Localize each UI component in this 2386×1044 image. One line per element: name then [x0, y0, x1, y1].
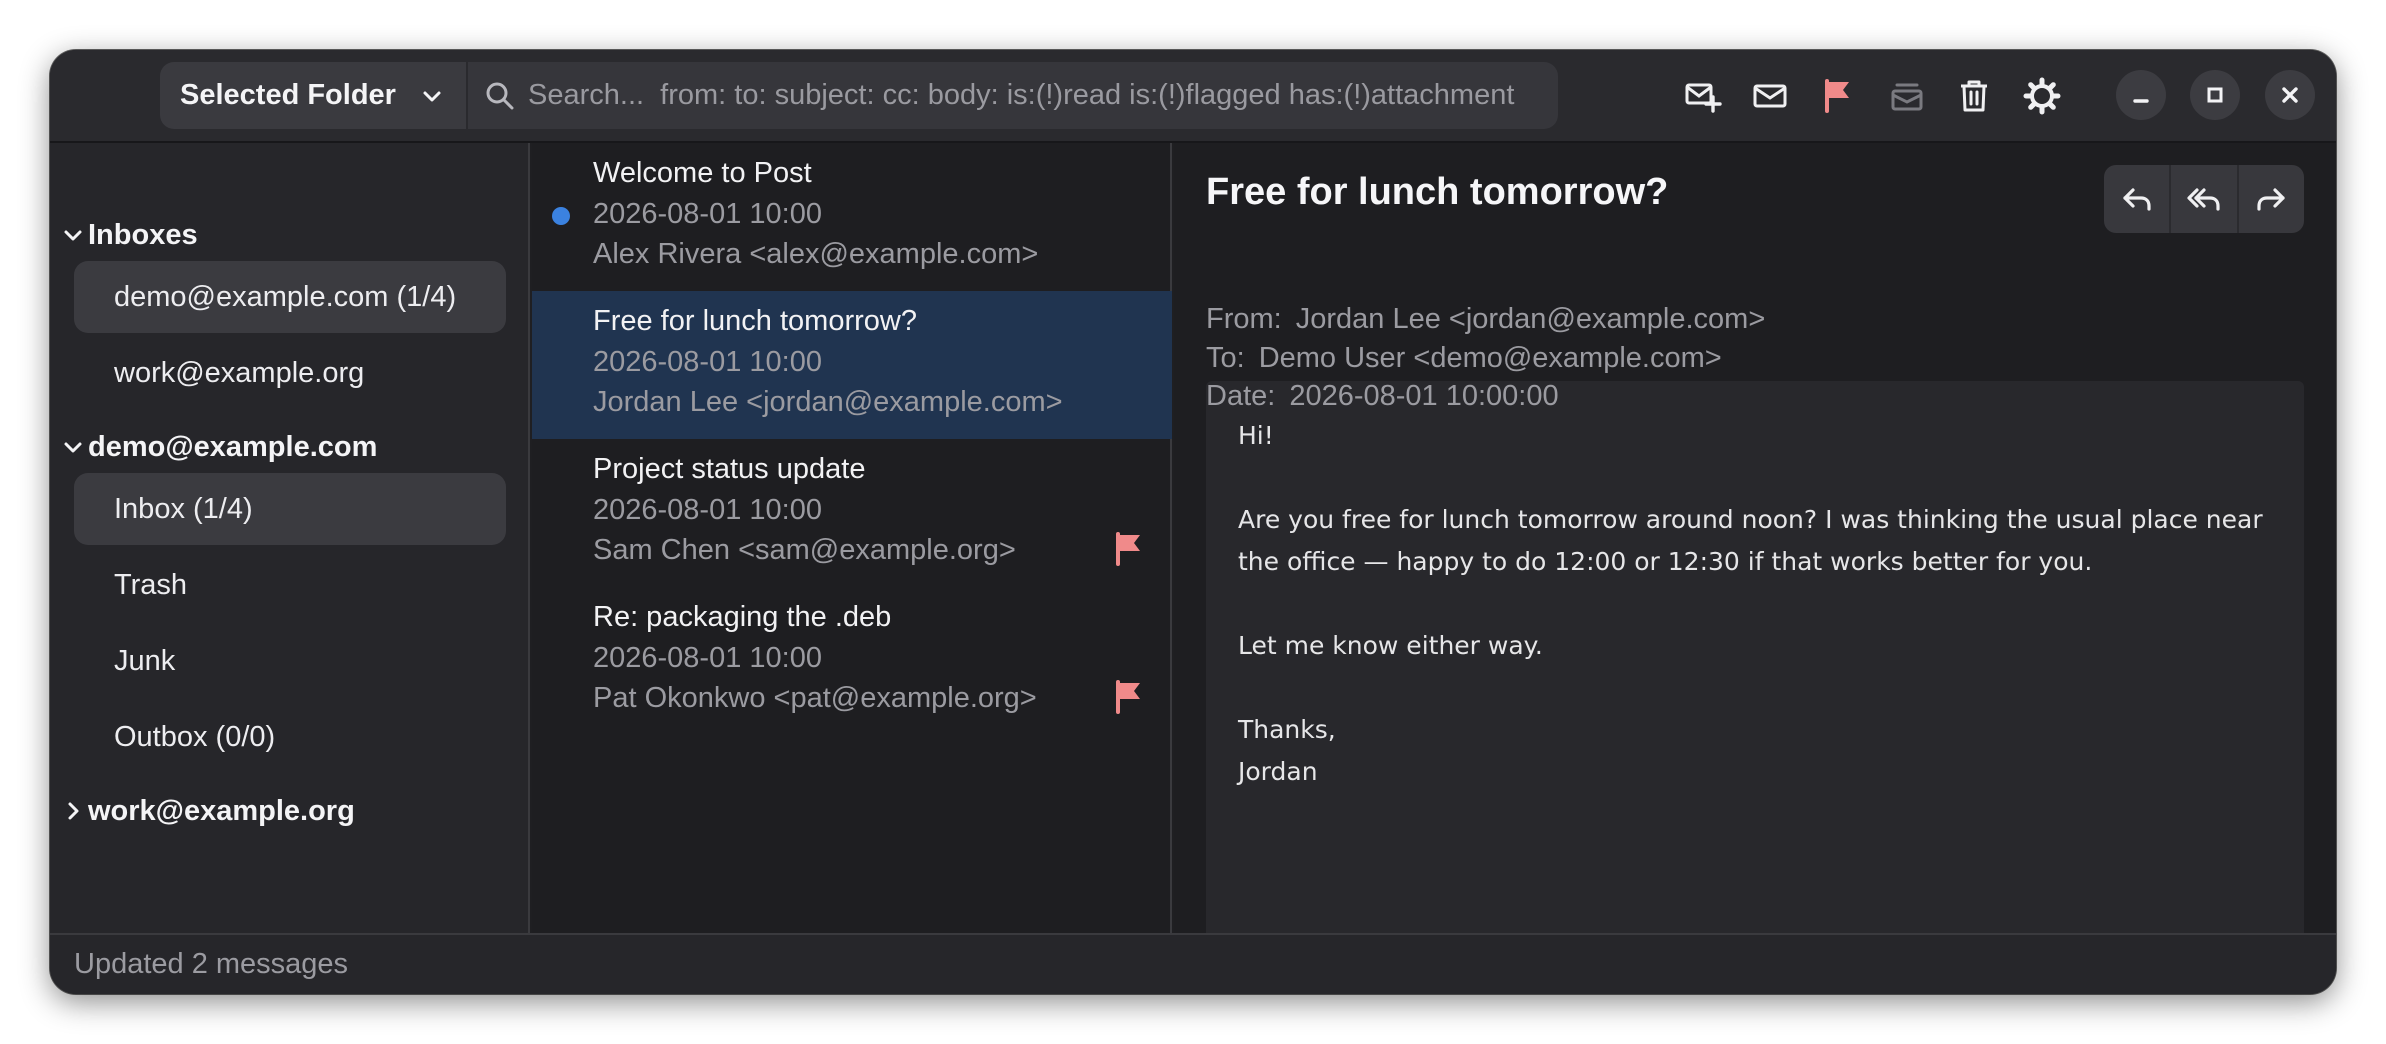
message-row[interactable]: Re: packaging the .deb 2026-08-01 10:00 … [532, 587, 1172, 735]
message-subject: Re: packaging the .deb [593, 601, 892, 633]
forward-button[interactable] [2239, 165, 2304, 233]
group-title: work@example.org [88, 794, 355, 827]
forward-icon [2257, 188, 2285, 211]
chevron-right-icon [68, 802, 79, 820]
close-button[interactable] [2265, 70, 2315, 120]
reply-button[interactable] [2104, 165, 2172, 233]
sidebar-item-label: Outbox (0/0) [114, 720, 276, 753]
sidebar-item-junk[interactable]: Junk [74, 625, 506, 697]
message-from: Sam Chen <sam@example.org> [593, 534, 1016, 566]
minimize-button[interactable] [2116, 70, 2166, 120]
archive-button[interactable] [1885, 74, 1929, 118]
sidebar-item-demo-inbox-unified[interactable]: demo@example.com (1/4) [74, 261, 506, 333]
message-date: 2026-08-01 10:00 [593, 494, 822, 526]
flag-icon[interactable] [1112, 679, 1146, 715]
message-title: Free for lunch tomorrow? [1206, 171, 1669, 213]
sidebar-item-inbox[interactable]: Inbox (1/4) [74, 473, 506, 545]
status-text: Updated 2 messages [74, 948, 349, 980]
sidebar-item-label: Junk [114, 644, 176, 677]
mail-icon [1753, 84, 1787, 108]
header-from: From: Jordan Lee <jordan@example.com> [1206, 303, 1765, 336]
message-date: 2026-08-01 10:00 [593, 346, 822, 378]
sidebar-item-label: Trash [114, 568, 188, 601]
close-icon [2282, 87, 2298, 103]
reply-button-group [2104, 165, 2304, 233]
header-to: To: Demo User <demo@example.com> [1206, 342, 1722, 375]
group-header-demo-account[interactable]: demo@example.com [62, 427, 377, 467]
search-input[interactable] [528, 62, 1548, 129]
message-from: Jordan Lee <jordan@example.com> [593, 386, 1063, 418]
search-icon [486, 82, 514, 110]
message-subject: Project status update [593, 453, 866, 485]
chevron-down-icon [423, 91, 441, 102]
message-subject: Free for lunch tomorrow? [593, 305, 917, 337]
sidebar-item-trash[interactable]: Trash [74, 549, 506, 621]
maximize-icon [2207, 87, 2223, 103]
body-paragraph: Thanks, Jordan [1238, 715, 1336, 786]
sidebar-item-label: Inbox (1/4) [114, 492, 253, 525]
search-box [468, 62, 1558, 129]
message-subject: Welcome to Post [593, 157, 812, 189]
flag-icon[interactable] [1112, 531, 1146, 567]
reply-all-button[interactable] [2171, 165, 2239, 233]
reading-pane: Free for lunch tomorrow? From: Jordan Le… [1174, 143, 2336, 933]
message-row[interactable]: Free for lunch tomorrow? 2026-08-01 10:0… [532, 291, 1172, 439]
folder-sidebar: Inboxes demo@example.com (1/4) work@exam… [50, 143, 530, 933]
header-date-value: 2026-08-01 10:00:00 [1289, 380, 1559, 412]
message-row[interactable]: Welcome to Post 2026-08-01 10:00 Alex Ri… [532, 143, 1172, 291]
body-paragraph: Are you free for lunch tomorrow around n… [1238, 505, 2263, 576]
header-bar: Selected Folder [50, 50, 2336, 143]
header-to-value: Demo User <demo@example.com> [1258, 342, 1722, 374]
message-body: Hi! Are you free for lunch tomorrow arou… [1206, 381, 2304, 933]
header-date-line: Date: 2026-08-01 10:00:00 [1206, 380, 1559, 413]
flag-icon [1825, 79, 1849, 113]
reply-all-icon [2187, 188, 2220, 211]
delete-button[interactable] [1952, 74, 1996, 118]
header-from-value: Jordan Lee <jordan@example.com> [1295, 303, 1766, 335]
sidebar-item-work-inbox-unified[interactable]: work@example.org [74, 337, 506, 409]
header-to-key: To: [1206, 342, 1245, 374]
sidebar-item-label: work@example.org [114, 356, 365, 389]
folder-select-dropdown[interactable]: Selected Folder [160, 62, 466, 129]
mark-read-button[interactable] [1748, 74, 1792, 118]
maximize-button[interactable] [2190, 70, 2240, 120]
reply-icon [2123, 188, 2151, 211]
sidebar-item-label: demo@example.com (1/4) [114, 280, 457, 313]
group-header-work-account[interactable]: work@example.org [62, 791, 355, 831]
message-from: Pat Okonkwo <pat@example.org> [593, 682, 1037, 714]
group-title: demo@example.com [88, 430, 378, 463]
chevron-down-icon [64, 230, 82, 241]
status-bar: Updated 2 messages [50, 933, 2336, 994]
message-date: 2026-08-01 10:00 [593, 198, 822, 230]
folder-select-label: Selected Folder [180, 79, 396, 111]
header-from-key: From: [1206, 303, 1282, 335]
archive-icon [1891, 83, 1923, 111]
message-row[interactable]: Project status update 2026-08-01 10:00 S… [532, 439, 1172, 587]
header-date-key: Date: [1206, 380, 1276, 412]
minimize-icon [2133, 99, 2149, 103]
unread-dot-icon [552, 207, 570, 225]
group-header-inboxes[interactable]: Inboxes [62, 215, 198, 255]
sidebar-item-outbox[interactable]: Outbox (0/0) [74, 701, 506, 773]
mail-window: Selected Folder Search... from: to: subj… [50, 50, 2336, 994]
group-title: Inboxes [88, 218, 198, 251]
message-date: 2026-08-01 10:00 [593, 642, 822, 674]
compose-mail-icon [1685, 83, 1722, 113]
flag-button[interactable] [1816, 74, 1860, 118]
body-paragraph: Hi! [1238, 421, 1274, 450]
compose-button[interactable] [1681, 74, 1725, 118]
chevron-down-icon [64, 442, 82, 453]
gear-icon [2023, 77, 2061, 115]
trash-icon [1961, 80, 1987, 112]
message-from: Alex Rivera <alex@example.com> [593, 238, 1039, 270]
body-paragraph: Let me know either way. [1238, 631, 1543, 660]
settings-button[interactable] [2020, 74, 2064, 118]
message-list: Welcome to Post 2026-08-01 10:00 Alex Ri… [532, 143, 1172, 933]
